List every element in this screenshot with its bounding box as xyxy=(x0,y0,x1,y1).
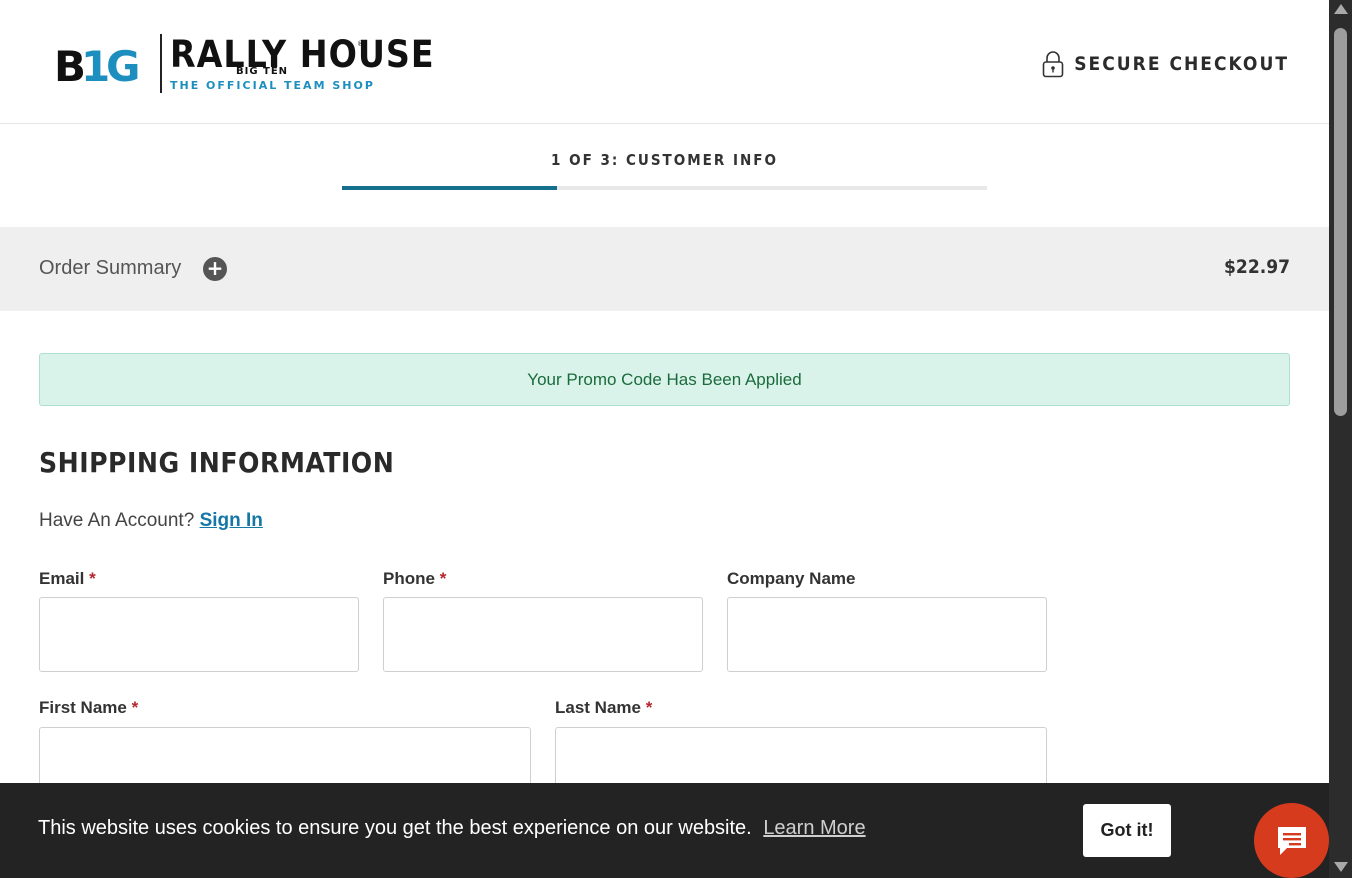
sign-in-link[interactable]: Sign In xyxy=(200,510,263,531)
company-name-field[interactable] xyxy=(727,597,1047,672)
scroll-up-icon[interactable] xyxy=(1334,4,1348,14)
svg-text:B: B xyxy=(54,45,84,85)
logo-brand: RALLY HOUSE xyxy=(170,33,435,76)
checkout-page: B 1 G RALLY HOUSE ® BIG TEN THE OFFICIAL… xyxy=(0,0,1329,878)
step-label: 1 OF 3: CUSTOMER INFO xyxy=(551,151,778,169)
big-ten-logo-icon: B 1 G xyxy=(54,45,141,85)
got-it-button[interactable]: Got it! xyxy=(1083,804,1171,857)
scroll-down-icon[interactable] xyxy=(1334,862,1348,872)
order-summary-bar[interactable]: Order Summary + $22.97 xyxy=(0,227,1329,311)
checkout-step-indicator: 1 OF 3: CUSTOMER INFO xyxy=(0,124,1329,227)
required-marker: * xyxy=(89,569,96,588)
step-progress-track xyxy=(342,186,987,190)
cookie-message: This website uses cookies to ensure you … xyxy=(38,817,866,840)
required-marker: * xyxy=(439,569,447,588)
cookie-banner: This website uses cookies to ensure you … xyxy=(0,783,1329,878)
order-summary-title[interactable]: Order Summary xyxy=(39,257,181,280)
learn-more-link[interactable]: Learn More xyxy=(763,817,865,839)
required-marker: * xyxy=(645,698,653,717)
lock-icon xyxy=(1042,51,1064,78)
shipping-heading: SHIPPING INFORMATION xyxy=(39,446,395,479)
plus-circle-icon[interactable]: + xyxy=(203,257,227,281)
first-name-label: First Name * xyxy=(39,698,138,718)
phone-label: Phone * xyxy=(383,569,446,589)
order-total: $22.97 xyxy=(1224,256,1290,278)
company-label: Company Name xyxy=(727,569,855,589)
chat-bubble-icon xyxy=(1278,827,1306,855)
secure-checkout: SECURE CHECKOUT xyxy=(1042,50,1289,78)
email-label: Email * xyxy=(39,569,96,589)
phone-label-text: Phone xyxy=(383,569,435,588)
company-label-text: Company Name xyxy=(727,569,856,588)
cookie-message-text: This website uses cookies to ensure you … xyxy=(38,817,752,839)
secure-checkout-label: SECURE CHECKOUT xyxy=(1074,53,1289,75)
last-name-label-text: Last Name xyxy=(555,698,641,717)
chat-button[interactable] xyxy=(1254,803,1329,878)
last-name-label: Last Name * xyxy=(555,698,652,718)
svg-text:1: 1 xyxy=(81,45,108,85)
site-header: B 1 G RALLY HOUSE ® BIG TEN THE OFFICIAL… xyxy=(0,0,1329,124)
account-prompt: Have An Account? Sign In xyxy=(39,510,263,532)
trademark-mark: ® xyxy=(357,40,364,48)
first-name-label-text: First Name xyxy=(39,698,127,717)
promo-applied-alert: Your Promo Code Has Been Applied xyxy=(39,353,1290,406)
logo-divider xyxy=(160,34,162,93)
email-field[interactable] xyxy=(39,597,359,672)
email-label-text: Email xyxy=(39,569,85,588)
step-progress-fill xyxy=(342,186,557,190)
svg-text:G: G xyxy=(106,45,138,85)
account-prompt-text: Have An Account? xyxy=(39,510,195,531)
logo-sub: BIG TEN xyxy=(236,66,289,77)
page-scrollbar[interactable] xyxy=(1329,0,1352,878)
required-marker: * xyxy=(131,698,139,717)
phone-field[interactable] xyxy=(383,597,703,672)
scrollbar-thumb[interactable] xyxy=(1334,28,1347,416)
logo-tagline: THE OFFICIAL TEAM SHOP xyxy=(170,79,375,92)
